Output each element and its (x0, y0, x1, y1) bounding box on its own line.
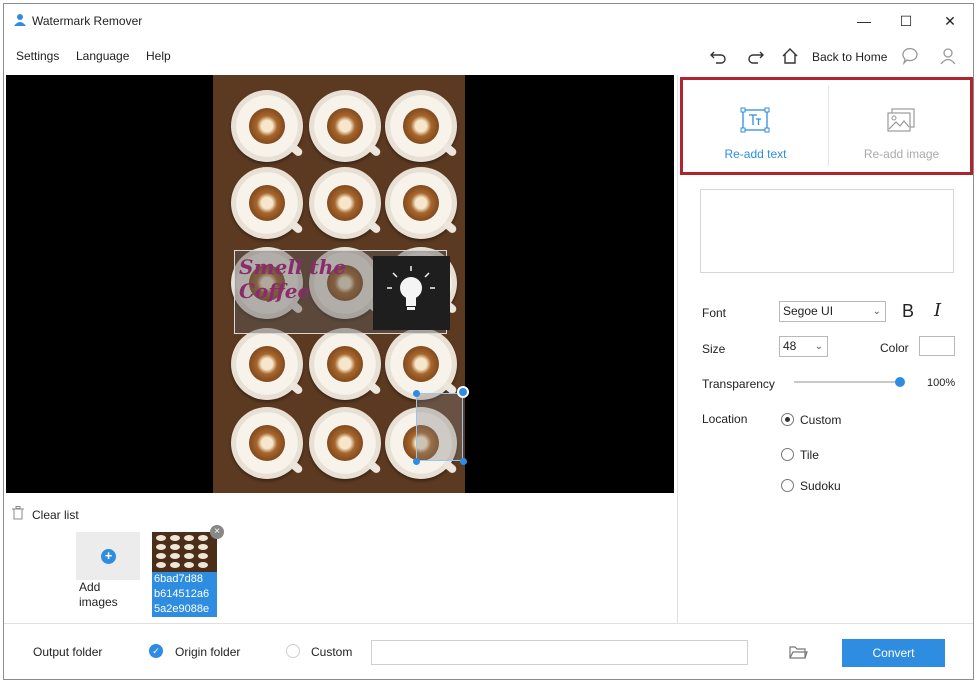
menu-language[interactable]: Language (76, 49, 129, 63)
menu-settings[interactable]: Settings (16, 49, 59, 63)
user-icon[interactable] (938, 46, 958, 66)
readd-text-button[interactable]: Re-add text (683, 80, 828, 172)
coffee-cup (385, 167, 457, 239)
bold-button[interactable]: B (902, 301, 914, 322)
text-box-icon (740, 107, 770, 133)
filename-line: 6bad7d88 (154, 573, 203, 585)
redo-icon[interactable] (746, 46, 766, 66)
readd-image-button[interactable]: Re-add image (829, 80, 973, 172)
home-icon[interactable] (780, 46, 800, 66)
font-select[interactable]: Segoe UI ⌄ (779, 301, 886, 322)
coffee-cup (309, 167, 381, 239)
coffee-cup (231, 90, 303, 162)
image-thumbnail[interactable] (152, 532, 217, 572)
app-window: Watermark Remover — ☐ ✕ Settings Languag… (3, 3, 974, 680)
image-watermark-selection[interactable] (416, 393, 463, 461)
location-tile-radio[interactable] (781, 448, 794, 461)
output-path-input[interactable] (371, 640, 748, 665)
transparency-label: Transparency (702, 377, 775, 391)
origin-folder-label: Origin folder (175, 645, 241, 659)
lightbulb-icon (387, 266, 435, 310)
chat-icon[interactable] (900, 46, 920, 66)
chevron-down-icon: ⌄ (814, 341, 823, 352)
coffee-cup (385, 90, 457, 162)
coffee-cup (309, 328, 381, 400)
coffee-cup (231, 407, 303, 479)
remove-thumbnail-button[interactable]: × (210, 525, 224, 539)
readd-image-label: Re-add image (863, 147, 940, 161)
size-select[interactable]: 48 ⌄ (779, 336, 828, 357)
readd-options-highlight: Re-add text Re-add image (680, 77, 973, 175)
back-to-home-link[interactable]: Back to Home (812, 50, 887, 64)
watermark-text-input[interactable] (700, 189, 954, 273)
location-custom-label: Custom (800, 413, 842, 427)
preview-canvas[interactable]: Smell the Coffee (6, 75, 674, 493)
menu-bar: Settings Language Help Back to Home (4, 38, 973, 74)
menu-help[interactable]: Help (146, 49, 171, 63)
undo-icon[interactable] (708, 46, 728, 66)
location-sudoku-radio[interactable] (781, 479, 794, 492)
transparency-value: 100% (927, 377, 956, 389)
custom-folder-label: Custom (311, 645, 353, 659)
size-label: Size (702, 342, 726, 356)
custom-folder-radio[interactable] (286, 644, 300, 658)
add-images-button[interactable]: + (76, 532, 140, 580)
transparency-slider-thumb[interactable] (895, 377, 905, 387)
size-value: 48 (783, 339, 797, 353)
font-label: Font (702, 306, 727, 320)
coffee-cup (385, 328, 457, 400)
image-icon (887, 108, 915, 132)
watermark-text[interactable]: Smell the Coffee (239, 255, 379, 303)
color-label: Color (880, 341, 909, 355)
add-images-label: Add images (79, 580, 118, 609)
clear-list-button[interactable]: Clear list (12, 506, 79, 523)
watermark-settings-panel: Re-add text Re-add image Font Segoe UI ⌄… (678, 75, 973, 623)
output-bar: Output folder ✓ Origin folder Custom Con… (4, 624, 973, 679)
trash-icon (12, 506, 24, 520)
app-logo-icon (14, 14, 26, 26)
font-value: Segoe UI (783, 304, 834, 318)
resize-handle[interactable] (413, 390, 420, 397)
origin-folder-radio[interactable]: ✓ (149, 644, 163, 658)
location-tile-label: Tile (800, 448, 819, 462)
chevron-down-icon: ⌄ (872, 306, 881, 317)
filename-line: b614512a6 (154, 588, 210, 600)
title-bar: Watermark Remover — ☐ ✕ (4, 4, 973, 38)
resize-handle[interactable] (460, 458, 467, 465)
color-picker[interactable] (919, 336, 955, 356)
close-button[interactable]: ✕ (938, 10, 962, 32)
transparency-slider[interactable] (794, 381, 900, 383)
coffee-cup (309, 407, 381, 479)
filename-line: 5a2e9088e (154, 603, 210, 615)
file-list: Clear list + Add images 6bad7d88 b614512… (4, 496, 677, 624)
italic-button[interactable]: I (934, 300, 941, 321)
maximize-button[interactable]: ☐ (894, 10, 918, 32)
window-title: Watermark Remover (32, 14, 143, 28)
readd-text-label: Re-add text (724, 147, 787, 161)
coffee-cup (231, 167, 303, 239)
location-sudoku-label: Sudoku (800, 479, 841, 493)
location-custom-radio[interactable] (781, 413, 794, 426)
folder-icon[interactable] (788, 643, 808, 661)
location-label: Location (702, 412, 748, 426)
resize-handle[interactable] (413, 458, 420, 465)
output-folder-label: Output folder (33, 645, 103, 659)
clear-list-label: Clear list (32, 508, 79, 522)
convert-button[interactable]: Convert (842, 639, 945, 667)
coffee-cup (231, 328, 303, 400)
watermark-image[interactable] (373, 256, 450, 330)
coffee-cup (309, 90, 381, 162)
plus-icon: + (101, 549, 116, 564)
thumbnail-filename[interactable]: 6bad7d88 b614512a6 5a2e9088e (152, 572, 217, 617)
rotate-handle[interactable] (457, 386, 469, 398)
minimize-button[interactable]: — (852, 10, 876, 32)
